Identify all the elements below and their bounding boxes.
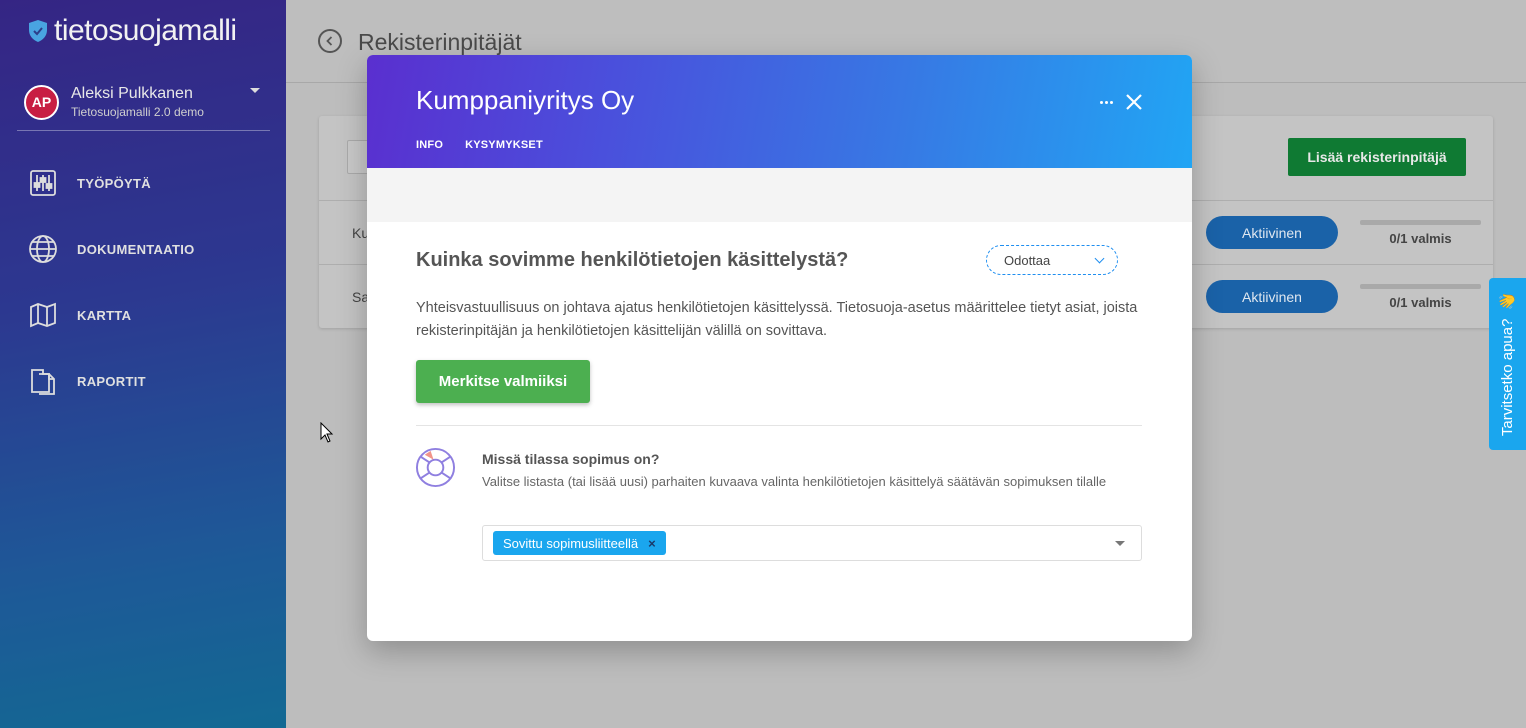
selected-tag: Sovittu sopimusliitteellä ×: [493, 531, 666, 555]
sliders-icon: [28, 168, 58, 198]
sidebar-item-dokumentaatio[interactable]: DOKUMENTAATIO: [28, 216, 195, 282]
more-options-icon[interactable]: [1098, 92, 1114, 112]
remove-tag-icon[interactable]: ×: [648, 536, 656, 551]
contract-status-select[interactable]: Sovittu sopimusliitteellä ×: [482, 525, 1142, 561]
help-tab[interactable]: Tarvitsetko apua? 👋: [1489, 278, 1526, 450]
shield-icon: [29, 20, 47, 42]
progress-text: 0/1 valmis: [1389, 231, 1452, 246]
progress-text: 0/1 valmis: [1389, 295, 1452, 310]
modal-title: Kumppaniyritys Oy: [416, 85, 635, 115]
modal-header: Kumppaniyritys Oy INFO KYSYMYKSET: [367, 55, 1192, 168]
logo-text: tietosuojamalli: [54, 14, 237, 47]
question-title: Kuinka sovimme henkilötietojen käsittely…: [416, 249, 849, 271]
caret-down-icon[interactable]: [1115, 541, 1125, 546]
sidebar-item-kartta[interactable]: KARTTA: [28, 282, 195, 348]
sidebar-item-label: TYÖPÖYTÄ: [77, 175, 151, 191]
chevron-down-icon: [1094, 253, 1105, 264]
chevron-left-icon: [326, 36, 333, 46]
sub-question-title: Missä tilassa sopimus on?: [482, 451, 660, 467]
close-icon[interactable]: [1124, 92, 1144, 112]
sidebar-item-tyopoyta[interactable]: TYÖPÖYTÄ: [28, 150, 195, 216]
globe-icon: [28, 234, 58, 264]
user-name: Aleksi Pulkkanen: [71, 85, 193, 102]
tab-info[interactable]: INFO: [416, 139, 443, 151]
progress-bar: [1360, 284, 1481, 289]
question-description: Yhteisvastuullisuus on johtava ajatus he…: [416, 300, 1138, 339]
sidebar-nav: TYÖPÖYTÄ DOKUMENTAATIO KARTTA RAPORTIT: [28, 150, 195, 414]
add-controller-button[interactable]: Lisää rekisterinpitäjä: [1288, 138, 1466, 176]
sidebar-item-label: RAPORTIT: [77, 373, 146, 389]
modal-tabs: INFO KYSYMYKSET: [416, 139, 543, 151]
modal-band: [367, 168, 1192, 222]
status-badge[interactable]: Aktiivinen: [1206, 280, 1338, 313]
back-button[interactable]: [318, 29, 342, 53]
status-select-value: Odottaa: [1004, 252, 1051, 268]
status-select[interactable]: Odottaa: [986, 245, 1118, 275]
mouse-cursor-icon: [320, 422, 334, 443]
user-menu[interactable]: AP Aleksi Pulkkanen Tietosuojamalli 2.0 …: [24, 74, 270, 130]
sidebar-divider: [17, 130, 270, 131]
lifebuoy-icon: [415, 447, 456, 488]
status-badge[interactable]: Aktiivinen: [1206, 216, 1338, 249]
map-icon: [28, 300, 58, 330]
app-logo[interactable]: tietosuojamalli: [28, 14, 237, 48]
divider: [416, 425, 1142, 426]
progress-bar: [1360, 220, 1481, 225]
sub-question-description: Valitse listasta (tai lisää uusi) parhai…: [482, 474, 1107, 489]
sidebar: tietosuojamalli AP Aleksi Pulkkanen Tiet…: [0, 0, 286, 728]
mark-done-button[interactable]: Merkitse valmiiksi: [416, 360, 590, 403]
company-modal: Kumppaniyritys Oy INFO KYSYMYKSET Kuinka…: [367, 55, 1192, 641]
avatar: AP: [24, 84, 59, 120]
caret-down-icon[interactable]: [250, 88, 260, 93]
help-label: Tarvitsetko apua?: [1499, 318, 1517, 437]
wave-icon: 👋: [1499, 291, 1517, 311]
tag-label: Sovittu sopimusliitteellä: [503, 535, 639, 551]
sidebar-item-label: KARTTA: [77, 307, 132, 323]
sidebar-item-raportit[interactable]: RAPORTIT: [28, 348, 195, 414]
documents-icon: [28, 366, 58, 396]
user-org: Tietosuojamalli 2.0 demo: [71, 105, 204, 119]
sidebar-item-label: DOKUMENTAATIO: [77, 241, 195, 257]
tab-kysymykset[interactable]: KYSYMYKSET: [465, 139, 543, 151]
page-title: Rekisterinpitäjät: [358, 29, 522, 55]
